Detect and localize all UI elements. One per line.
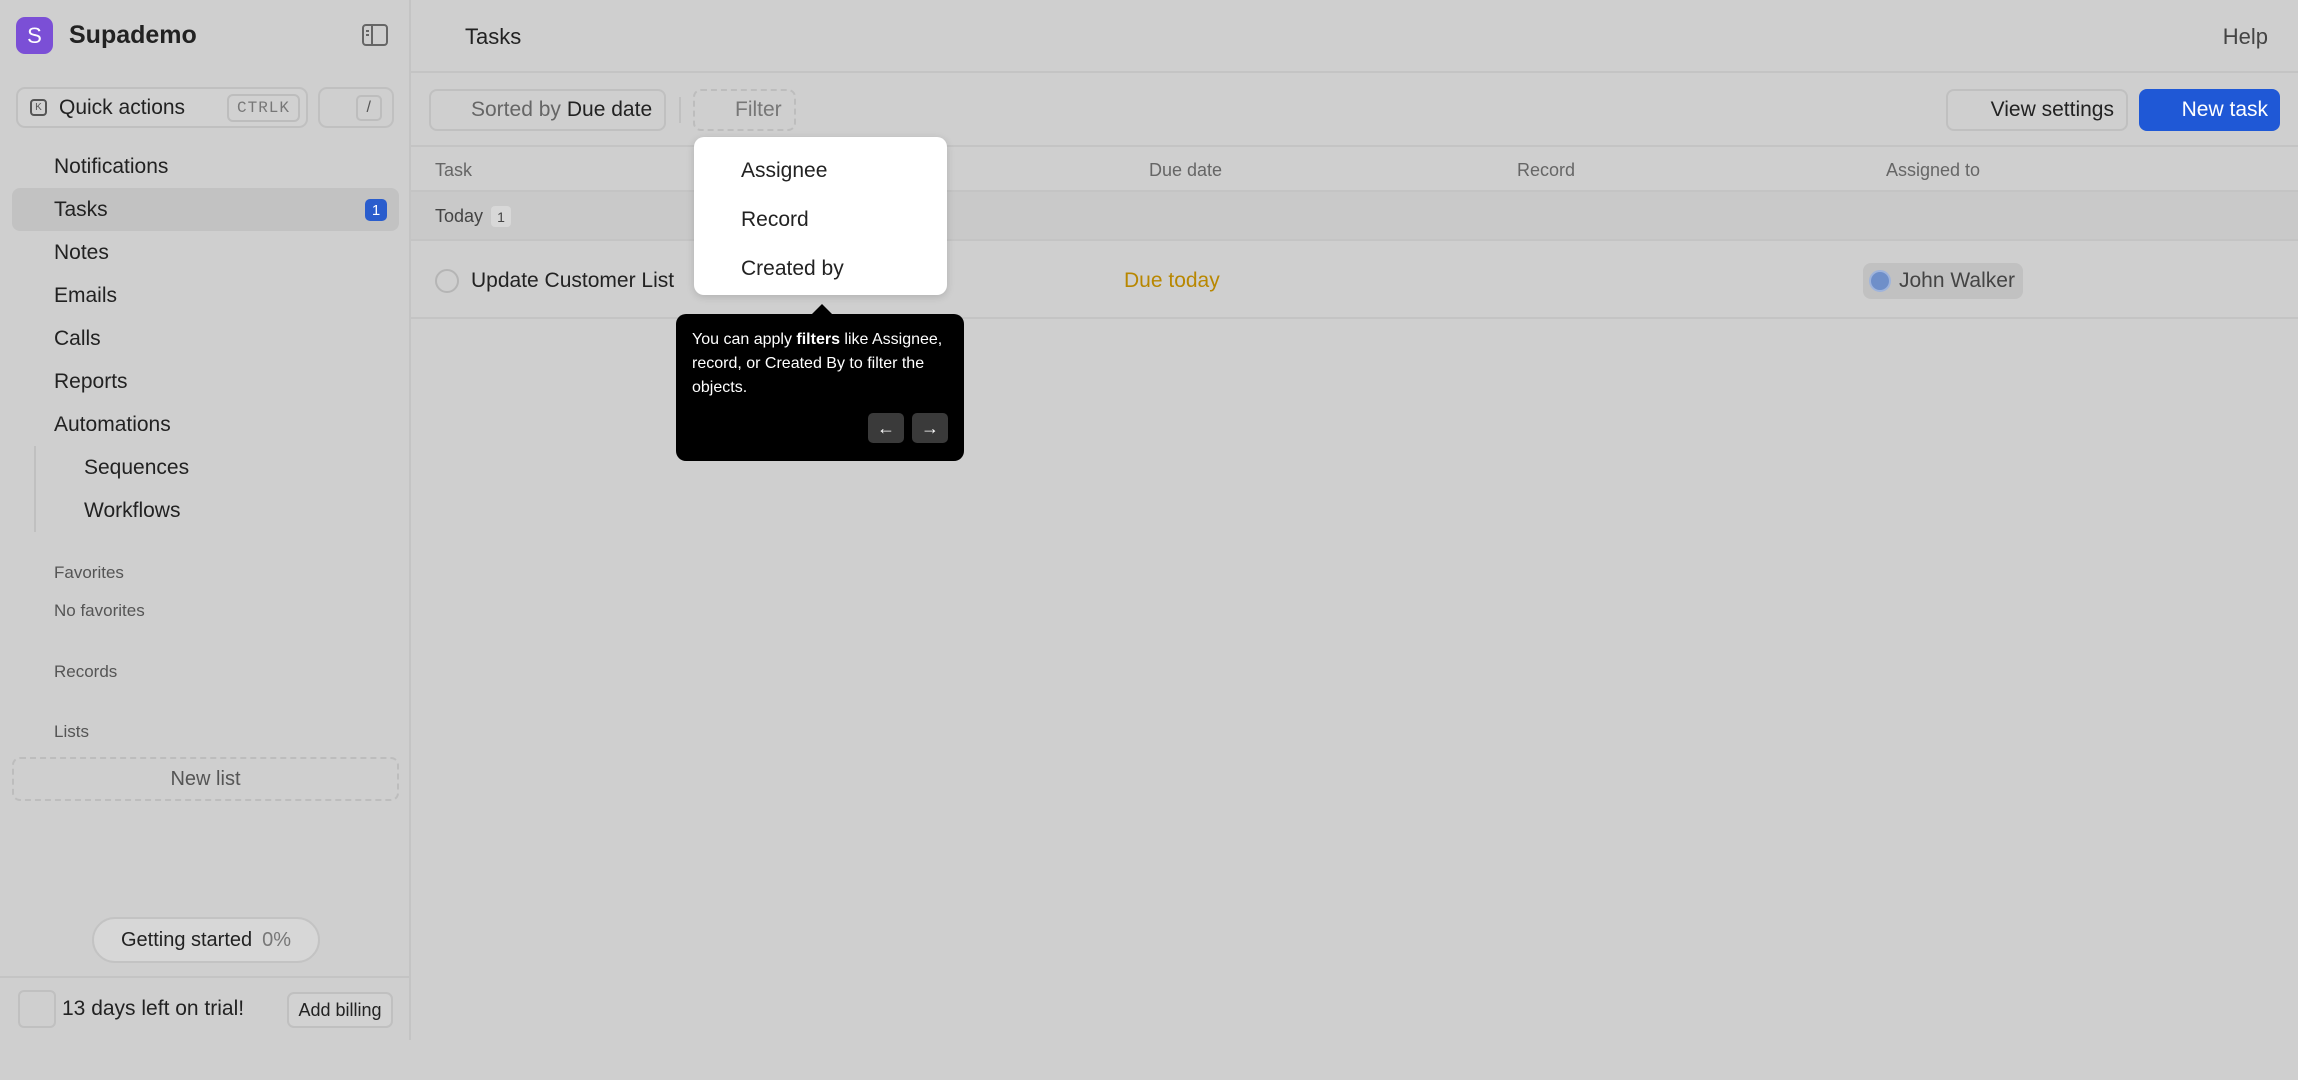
sort-value: Due date — [566, 98, 653, 121]
sidebar-item-sequences[interactable]: Sequences — [36, 446, 399, 489]
sidebar-item-label: Emails — [54, 283, 118, 307]
page-bottom-area — [0, 1040, 2298, 1080]
getting-started-button[interactable]: Getting started 0% — [92, 917, 320, 963]
quick-actions-shortcut: CTRLK — [226, 93, 300, 122]
group-label: Today — [435, 206, 484, 226]
sidebar-item-label: Notifications — [54, 154, 169, 178]
no-favorites-text: No favorites — [54, 601, 145, 620]
slash-command-button[interactable]: / — [318, 87, 394, 128]
quick-actions-label: Quick actions — [59, 95, 186, 119]
view-settings-button[interactable]: View settings — [1946, 89, 2128, 131]
sidebar-item-emails[interactable]: Emails — [12, 274, 399, 317]
tooltip-nav: ← → — [868, 413, 948, 443]
filter-option-record[interactable]: Record — [694, 195, 947, 244]
arrow-left-icon[interactable]: ← — [868, 413, 904, 443]
sort-prefix: Sorted by — [471, 98, 561, 121]
sidebar-item-label: Calls — [54, 326, 101, 350]
help-link[interactable]: Help — [2223, 24, 2268, 50]
sidebar-item-notes[interactable]: Notes — [12, 231, 399, 274]
brand-logo: S — [16, 17, 53, 54]
task-due-date: Due today — [1124, 269, 1220, 292]
sidebar-item-notifications[interactable]: Notifications — [12, 145, 399, 188]
sidebar-item-label: Notes — [54, 240, 109, 264]
filter-option-assignee[interactable]: Assignee — [694, 146, 947, 195]
toolbar: Sorted by Due date Filter View settings … — [411, 73, 2298, 147]
quick-actions-button[interactable]: K Quick actions CTRLK — [16, 87, 308, 128]
filter-dropdown-menu: Assignee Record Created by — [694, 137, 947, 295]
automations-subnav: Sequences Workflows — [34, 446, 399, 532]
trial-text: 13 days left on trial! — [62, 997, 245, 1020]
brand[interactable]: S Supademo — [16, 17, 197, 54]
sidebar-toggle-icon[interactable] — [362, 24, 388, 46]
command-icon: K — [30, 99, 47, 116]
arrow-right-icon[interactable]: → — [912, 413, 948, 443]
getting-started-percent: 0% — [262, 928, 292, 951]
tooltip-text-bold: filters — [796, 331, 840, 348]
sidebar-item-label: Reports — [54, 369, 128, 393]
column-header-assigned-to[interactable]: Assigned to — [1886, 160, 1980, 181]
task-name: Update Customer List — [471, 269, 675, 292]
new-task-button[interactable]: New task — [2139, 89, 2280, 131]
sidebar-item-reports[interactable]: Reports — [12, 360, 399, 403]
filter-option-created-by[interactable]: Created by — [694, 244, 947, 293]
column-header-record[interactable]: Record — [1517, 160, 1575, 181]
page-title: Tasks — [465, 24, 522, 49]
sidebar-item-label: Workflows — [84, 498, 181, 522]
sidebar: S Supademo K Quick actions CTRLK / Notif… — [0, 0, 411, 1040]
add-billing-button[interactable]: Add billing — [287, 992, 393, 1028]
avatar — [1869, 270, 1891, 292]
sidebar-item-label: Automations — [54, 412, 171, 436]
sidebar-item-calls[interactable]: Calls — [12, 317, 399, 360]
toolbar-divider — [679, 97, 681, 123]
tooltip-text-1: You can apply — [692, 331, 797, 348]
guide-tooltip: You can apply filters like Assignee, rec… — [676, 304, 964, 461]
slash-key: / — [355, 94, 382, 121]
sidebar-nav: Notifications Tasks 1 Notes Emails Calls … — [12, 145, 399, 532]
group-count: 1 — [491, 206, 511, 227]
column-header-task[interactable]: Task — [435, 160, 472, 181]
trial-banner: 13 days left on trial! Add billing — [0, 976, 409, 1040]
sidebar-item-automations[interactable]: Automations — [12, 403, 399, 446]
task-complete-checkbox[interactable] — [435, 269, 459, 293]
trial-icon — [18, 990, 56, 1028]
sort-button[interactable]: Sorted by Due date — [429, 89, 666, 131]
new-list-button[interactable]: New list — [12, 757, 399, 801]
assignee-chip[interactable]: John Walker — [1863, 263, 2023, 299]
brand-name: Supademo — [69, 21, 197, 49]
sidebar-item-workflows[interactable]: Workflows — [36, 489, 399, 532]
assignee-name: John Walker — [1899, 269, 2015, 292]
records-heading[interactable]: Records — [54, 662, 117, 682]
favorites-heading: Favorites — [54, 563, 124, 582]
filter-button[interactable]: Filter — [693, 89, 796, 131]
sidebar-item-label: Sequences — [84, 455, 190, 479]
getting-started-label: Getting started — [120, 928, 253, 951]
column-header-due-date[interactable]: Due date — [1149, 160, 1222, 181]
tasks-count-badge: 1 — [365, 199, 387, 221]
sidebar-item-tasks[interactable]: Tasks 1 — [12, 188, 399, 231]
lists-heading: Lists — [54, 722, 89, 741]
top-bar: Tasks Help — [411, 0, 2298, 73]
sidebar-item-label: Tasks — [54, 197, 108, 221]
